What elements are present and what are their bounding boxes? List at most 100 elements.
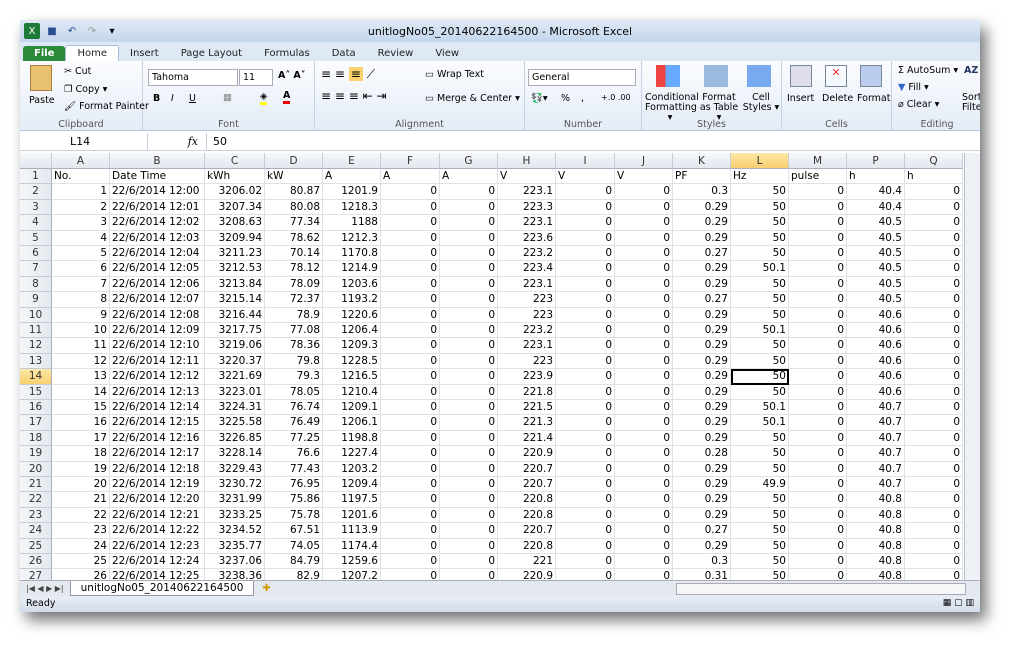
- table-cell[interactable]: 0: [556, 492, 615, 508]
- table-cell[interactable]: 223.3: [498, 199, 556, 216]
- table-cell[interactable]: 220.8: [498, 492, 556, 508]
- header-cell[interactable]: Date Time: [110, 169, 205, 185]
- table-cell[interactable]: 15: [52, 400, 110, 416]
- table-cell[interactable]: 0: [905, 353, 963, 370]
- table-cell[interactable]: 0: [556, 369, 615, 385]
- table-cell[interactable]: 0: [381, 199, 440, 216]
- table-cell[interactable]: 6: [52, 261, 110, 277]
- table-cell[interactable]: 22: [52, 507, 110, 524]
- row-header[interactable]: 18: [20, 430, 52, 447]
- row-header[interactable]: 17: [20, 415, 52, 431]
- table-cell[interactable]: 0: [556, 246, 615, 262]
- table-cell[interactable]: 0.29: [673, 323, 731, 339]
- table-cell[interactable]: 0: [905, 246, 963, 262]
- table-cell[interactable]: 0: [440, 215, 498, 231]
- table-cell[interactable]: 76.6: [265, 446, 323, 462]
- underline-button[interactable]: U: [189, 93, 196, 104]
- table-cell[interactable]: 22/6/2014 12:01: [110, 199, 205, 216]
- table-cell[interactable]: 0: [789, 384, 847, 400]
- table-cell[interactable]: 1198.8: [323, 430, 381, 447]
- table-cell[interactable]: 0.29: [673, 261, 731, 277]
- table-cell[interactable]: 3211.23: [205, 246, 265, 262]
- table-cell[interactable]: 3207.34: [205, 199, 265, 216]
- percent-button[interactable]: %: [561, 93, 570, 104]
- table-cell[interactable]: 82.9: [265, 569, 323, 580]
- table-cell[interactable]: 0: [440, 307, 498, 323]
- fx-icon[interactable]: fx: [148, 135, 206, 148]
- table-cell[interactable]: 3231.99: [205, 492, 265, 508]
- sort-filter-button[interactable]: Sort & Filter: [962, 93, 980, 113]
- table-cell[interactable]: 49.9: [731, 477, 789, 493]
- table-cell[interactable]: 0: [556, 215, 615, 231]
- table-cell[interactable]: 0: [789, 369, 847, 385]
- column-header-P[interactable]: P: [847, 153, 905, 169]
- sheet-tab[interactable]: unitlogNo05_20140622164500: [69, 581, 255, 596]
- table-cell[interactable]: 40.7: [847, 446, 905, 462]
- table-cell[interactable]: 22/6/2014 12:00: [110, 184, 205, 200]
- table-cell[interactable]: 79.3: [265, 369, 323, 385]
- table-cell[interactable]: 50: [731, 492, 789, 508]
- table-cell[interactable]: 76.74: [265, 400, 323, 416]
- table-cell[interactable]: 50: [731, 184, 789, 200]
- table-cell[interactable]: 3238.36: [205, 569, 265, 580]
- row-header[interactable]: 19: [20, 446, 52, 462]
- table-cell[interactable]: 0: [440, 276, 498, 293]
- table-cell[interactable]: 0: [615, 569, 673, 580]
- table-cell[interactable]: 75.78: [265, 507, 323, 524]
- column-header-Q[interactable]: Q: [905, 153, 963, 169]
- table-cell[interactable]: 0: [905, 292, 963, 308]
- table-cell[interactable]: 0: [905, 338, 963, 354]
- table-cell[interactable]: 1206.1: [323, 415, 381, 431]
- table-cell[interactable]: 0: [789, 261, 847, 277]
- table-cell[interactable]: 78.05: [265, 384, 323, 400]
- cell-styles-button[interactable]: Cell Styles ▾: [742, 93, 780, 113]
- table-cell[interactable]: 3221.69: [205, 369, 265, 385]
- column-header-H[interactable]: H: [498, 153, 556, 169]
- vertical-align-icons[interactable]: ≡ ≡ ≡ ⟋: [321, 67, 375, 82]
- table-cell[interactable]: 22/6/2014 12:07: [110, 292, 205, 308]
- table-cell[interactable]: 1201.6: [323, 507, 381, 524]
- sheet-nav-arrows[interactable]: |◀ ◀ ▶ ▶|: [20, 584, 70, 593]
- table-cell[interactable]: 0: [381, 384, 440, 400]
- table-cell[interactable]: 0: [615, 446, 673, 462]
- table-cell[interactable]: 0: [381, 554, 440, 570]
- table-cell[interactable]: 0.29: [673, 507, 731, 524]
- table-cell[interactable]: 0: [440, 261, 498, 277]
- table-cell[interactable]: 78.62: [265, 230, 323, 246]
- table-cell[interactable]: 0.27: [673, 523, 731, 539]
- table-cell[interactable]: 0: [440, 554, 498, 570]
- table-cell[interactable]: 223: [498, 307, 556, 323]
- table-cell[interactable]: 0: [381, 215, 440, 231]
- header-cell[interactable]: V: [615, 169, 673, 185]
- column-header-M[interactable]: M: [789, 153, 847, 169]
- table-cell[interactable]: 3219.06: [205, 338, 265, 354]
- table-cell[interactable]: 0.29: [673, 353, 731, 370]
- format-as-table-icon[interactable]: [704, 65, 728, 87]
- row-header[interactable]: 7: [20, 261, 52, 277]
- decimal-icons[interactable]: +.0 .00: [601, 93, 631, 102]
- table-cell[interactable]: 78.9: [265, 307, 323, 323]
- table-cell[interactable]: 0: [556, 353, 615, 370]
- table-cell[interactable]: 0: [615, 523, 673, 539]
- table-cell[interactable]: 223.4: [498, 261, 556, 277]
- table-cell[interactable]: 1203.2: [323, 461, 381, 477]
- table-cell[interactable]: 0: [789, 184, 847, 200]
- grow-font-icon[interactable]: A˄ A˅: [278, 70, 306, 81]
- table-cell[interactable]: 0.29: [673, 307, 731, 323]
- table-cell[interactable]: 22/6/2014 12:24: [110, 554, 205, 570]
- table-cell[interactable]: 50: [731, 446, 789, 462]
- insert-sheet-icon[interactable]: ✚: [254, 583, 278, 594]
- table-cell[interactable]: 0: [556, 292, 615, 308]
- row-header[interactable]: 14: [20, 369, 52, 385]
- table-cell[interactable]: 50: [731, 461, 789, 477]
- table-cell[interactable]: 0: [440, 353, 498, 370]
- table-cell[interactable]: 40.4: [847, 184, 905, 200]
- table-cell[interactable]: 40.5: [847, 215, 905, 231]
- column-header-A[interactable]: A: [52, 153, 110, 169]
- table-cell[interactable]: 0.3: [673, 184, 731, 200]
- table-cell[interactable]: 0: [905, 507, 963, 524]
- table-cell[interactable]: 0: [789, 215, 847, 231]
- header-cell[interactable]: h: [905, 169, 963, 185]
- table-cell[interactable]: 40.5: [847, 246, 905, 262]
- table-cell[interactable]: 3235.77: [205, 538, 265, 554]
